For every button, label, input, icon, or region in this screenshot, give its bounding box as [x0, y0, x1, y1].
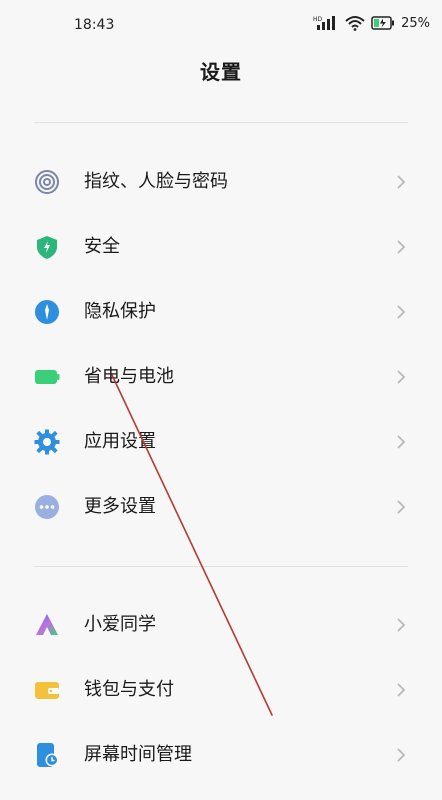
settings-item-label: 隐私保护: [84, 301, 156, 322]
wifi-icon: [345, 16, 365, 31]
battery-percent: 25%: [401, 15, 430, 31]
page-title: 设置: [200, 60, 242, 84]
settings-item-label: 屏幕时间管理: [84, 744, 192, 765]
chevron-right-icon: [397, 435, 406, 449]
settings-item-wallet[interactable]: 钱包与支付: [0, 660, 442, 720]
battery-icon: [35, 370, 60, 384]
settings-item-label: 钱包与支付: [84, 679, 174, 700]
battery-status-icon: [371, 16, 395, 30]
settings-item-battery[interactable]: 省电与电池: [0, 347, 442, 407]
settings-item-app-settings[interactable]: 应用设置: [0, 412, 442, 472]
chevron-right-icon: [397, 305, 406, 319]
network-badge-text: HD: [313, 16, 323, 23]
chevron-right-icon: [397, 748, 406, 762]
settings-item-label: 安全: [84, 236, 120, 257]
privacy-icon: [35, 300, 59, 324]
settings-item-label: 更多设置: [84, 496, 156, 517]
xiaoai-icon: [36, 614, 58, 635]
settings-item-privacy[interactable]: 隐私保护: [0, 282, 442, 342]
status-time: 18:43: [74, 17, 115, 33]
fingerprint-icon: [35, 170, 59, 194]
wallet-icon: [35, 682, 59, 699]
settings-item-more[interactable]: 更多设置: [0, 477, 442, 537]
chevron-right-icon: [397, 240, 406, 254]
screen-time-icon: [37, 743, 59, 767]
status-bar: 18:43 HD 25%: [0, 0, 442, 50]
settings-item-xiaoai[interactable]: 小爱同学: [0, 595, 442, 655]
chevron-right-icon: [397, 370, 406, 384]
settings-item-security[interactable]: 安全: [0, 217, 442, 277]
more-icon: [35, 495, 59, 519]
settings-item-screen-time[interactable]: 屏幕时间管理: [0, 725, 442, 785]
chevron-right-icon: [397, 683, 406, 697]
gear-icon: [34, 429, 60, 455]
chevron-right-icon: [397, 618, 406, 632]
divider: [34, 566, 408, 567]
chevron-right-icon: [397, 175, 406, 189]
divider: [34, 122, 408, 123]
settings-item-label: 省电与电池: [84, 366, 174, 387]
settings-item-label: 指纹、人脸与密码: [84, 171, 228, 192]
shield-icon: [37, 236, 57, 259]
settings-item-label: 应用设置: [84, 431, 156, 452]
settings-item-fingerprint[interactable]: 指纹、人脸与密码: [0, 152, 442, 212]
chevron-right-icon: [397, 500, 406, 514]
status-icons: HD 25%: [313, 15, 430, 31]
settings-item-label: 小爱同学: [84, 614, 156, 635]
cellular-signal-icon: HD: [313, 16, 336, 30]
